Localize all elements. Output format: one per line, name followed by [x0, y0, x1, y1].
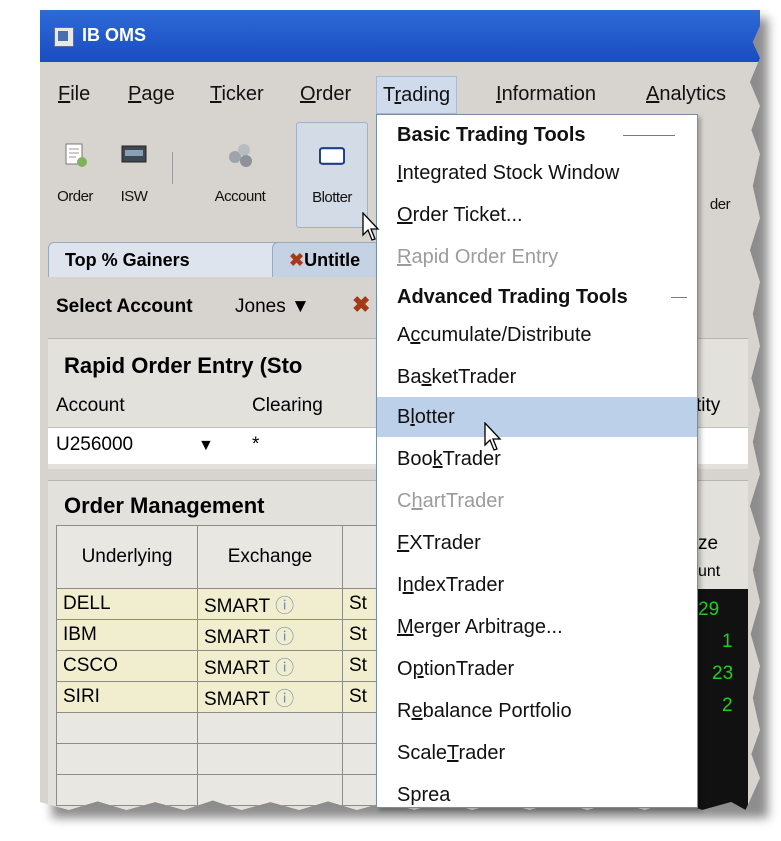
menu-item-integrated-stock-window[interactable]: Integrated Stock Window: [377, 153, 697, 193]
col-account: Account: [56, 395, 125, 416]
select-account-label: Select Account: [56, 296, 193, 317]
order-button[interactable]: Order: [50, 132, 100, 205]
menu-header-advanced: Advanced Trading Tools: [377, 277, 697, 317]
app-icon: [54, 27, 74, 47]
close-icon[interactable]: ✖: [352, 292, 370, 318]
mouse-cursor-icon: [484, 421, 504, 457]
menu-item-indextrader[interactable]: IndexTrader: [377, 565, 697, 605]
chevron-down-icon: ▼: [290, 296, 310, 317]
blotter-icon: [318, 143, 346, 169]
size-value: 23: [712, 663, 734, 684]
toolbar-divider: [172, 152, 173, 184]
info-icon[interactable]: ⓘ: [275, 627, 294, 648]
menu-trading[interactable]: Trading: [376, 76, 458, 114]
window-title: IB OMS: [82, 25, 147, 45]
size-value: 1: [722, 631, 733, 652]
col-exchange[interactable]: Exchange: [197, 525, 343, 589]
table-row[interactable]: CSCO SMART ⓘ St: [56, 650, 396, 682]
menu-header-basic: Basic Trading Tools: [377, 115, 697, 155]
col-quantity: tity: [696, 395, 721, 416]
menu-file[interactable]: File: [52, 76, 96, 112]
close-tab-icon[interactable]: ✖: [289, 250, 304, 270]
menu-information[interactable]: Information: [490, 76, 602, 112]
orders-table: Underlying Exchange DELL SMART ⓘ St IBM …: [56, 525, 396, 806]
menu-analytics[interactable]: Analytics: [640, 76, 732, 112]
table-row[interactable]: SIRI SMART ⓘ St: [56, 681, 396, 713]
col-underlying[interactable]: Underlying: [56, 525, 198, 589]
blotter-button[interactable]: Blotter: [296, 122, 368, 228]
size-value: 2: [722, 695, 733, 716]
menu-item-fxtrader[interactable]: FXTrader: [377, 523, 697, 563]
menu-item-booktrader[interactable]: BookTrader: [377, 439, 697, 479]
trading-dropdown-menu: Basic Trading Tools Integrated Stock Win…: [376, 114, 698, 808]
menu-order[interactable]: Order: [294, 76, 357, 112]
menu-item-baskettrader[interactable]: BasketTrader: [377, 357, 697, 397]
size-column: [692, 589, 748, 810]
order-icon: [62, 142, 88, 168]
info-icon[interactable]: ⓘ: [275, 596, 294, 617]
tab-top-gainers[interactable]: Top % Gainers: [48, 242, 286, 277]
account-field[interactable]: U256000: [56, 434, 133, 456]
menu-ticker[interactable]: Ticker: [204, 76, 270, 112]
menu-item-rapid-order-entry[interactable]: Rapid Order Entry: [377, 237, 697, 277]
trader-button-partial[interactable]: der: [700, 196, 740, 213]
table-row[interactable]: [56, 712, 396, 744]
menu-item-charttrader[interactable]: ChartTrader: [377, 481, 697, 521]
clearing-field[interactable]: *: [252, 434, 259, 456]
menu-item-rebalance-portfolio[interactable]: Rebalance Portfolio: [377, 691, 697, 731]
separator: [623, 135, 675, 136]
menu-page[interactable]: Page: [122, 76, 181, 112]
menu-item-optiontrader[interactable]: OptionTrader: [377, 649, 697, 689]
isw-button[interactable]: ISW: [114, 132, 154, 205]
table-header-row: Underlying Exchange: [56, 525, 396, 589]
table-row[interactable]: [56, 774, 396, 806]
account-icon: [227, 142, 253, 168]
size-value: 29: [698, 599, 720, 620]
account-select[interactable]: Jones ▼: [235, 296, 310, 318]
panel-title: Order Management: [64, 493, 265, 518]
menu-bar: File Page Ticker Order Trading Informati…: [40, 76, 760, 116]
panel-title: Rapid Order Entry (Sto: [64, 353, 303, 378]
size-subheader: unt: [698, 563, 721, 580]
account-button[interactable]: Account: [202, 132, 278, 205]
size-header: ze: [698, 533, 719, 554]
menu-item-accumulate-distribute[interactable]: Accumulate/Distribute: [377, 315, 697, 355]
menu-item-merger-arbitrage[interactable]: Merger Arbitrage...: [377, 607, 697, 647]
isw-icon: [121, 142, 147, 168]
table-row[interactable]: [56, 743, 396, 775]
table-row[interactable]: DELL SMART ⓘ St: [56, 588, 396, 620]
menu-item-scaletrader[interactable]: ScaleTrader: [377, 733, 697, 773]
mouse-cursor-icon: [362, 211, 382, 247]
separator: [671, 297, 687, 298]
title-bar: IB OMS: [40, 10, 760, 62]
table-row[interactable]: IBM SMART ⓘ St: [56, 619, 396, 651]
info-icon[interactable]: ⓘ: [275, 689, 294, 710]
menu-item-spreadtrader[interactable]: Sprea: [377, 775, 697, 807]
info-icon[interactable]: ⓘ: [275, 658, 294, 679]
menu-item-order-ticket[interactable]: Order Ticket...: [377, 195, 697, 235]
col-clearing: Clearing: [252, 395, 323, 416]
menu-item-blotter[interactable]: Blotter: [377, 397, 697, 437]
chevron-down-icon[interactable]: ▼: [198, 437, 214, 455]
